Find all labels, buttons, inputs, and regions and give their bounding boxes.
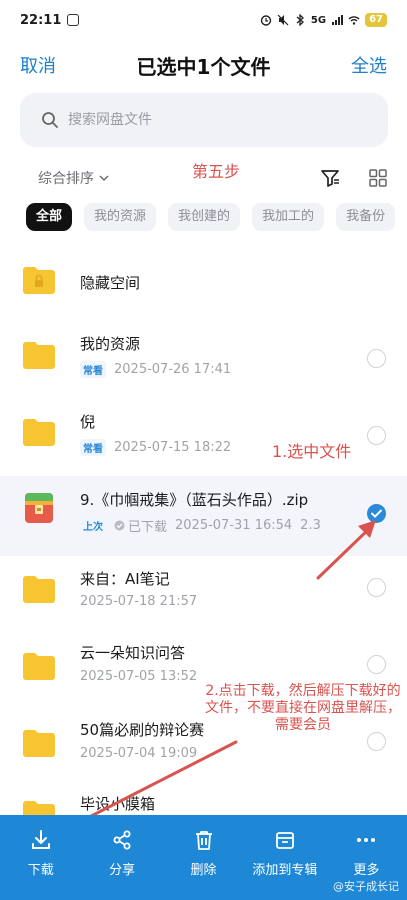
chip-processed[interactable]: 我加工的 xyxy=(252,203,325,231)
file-row-partial[interactable]: 毕设小膜箱 xyxy=(0,787,407,815)
downloaded-label: 已下载 xyxy=(128,520,168,535)
top-header: 取消 已选中1个文件 全选 xyxy=(0,44,407,86)
add-to-album-label: 添加到专辑 xyxy=(252,863,318,878)
select-checkbox[interactable] xyxy=(367,578,386,597)
filter-chips: 全部 我的资源 我创建的 我加工的 我备份 xyxy=(26,203,396,231)
select-checkbox[interactable] xyxy=(367,655,386,674)
file-date: 2025-07-18 21:57 xyxy=(80,594,198,609)
file-name: 我的资源 xyxy=(80,335,141,353)
file-meta: 2025-07-18 21:57 xyxy=(80,594,197,609)
download-tip-annotation: 2.点击下载，然后解压下载好的文件，不要直接在网盘里解压，需要会员 xyxy=(205,683,401,733)
file-name: 毕设小膜箱 xyxy=(80,795,156,813)
status-time: 22:11 xyxy=(20,12,62,28)
trash-icon xyxy=(195,831,212,850)
selected-checkbox[interactable] xyxy=(367,504,386,523)
status-right: 5G 67 xyxy=(260,13,387,27)
file-meta: 2025-07-05 13:52 xyxy=(80,669,197,684)
file-name: 50篇必刷的辩论赛 xyxy=(80,721,205,739)
grid-view-icon[interactable] xyxy=(368,168,388,188)
file-meta: 上次 已下载 2025-07-31 16:54 2.3 xyxy=(80,516,321,535)
file-date: 2025-07-15 18:22 xyxy=(114,440,232,455)
folder-icon xyxy=(23,730,55,757)
chip-all[interactable]: 全部 xyxy=(26,203,73,231)
file-meta: 常看 2025-07-26 17:41 xyxy=(80,361,231,378)
cancel-button[interactable]: 取消 xyxy=(20,52,56,78)
chip-created[interactable]: 我创建的 xyxy=(168,203,241,231)
search-input[interactable] xyxy=(68,112,348,128)
file-name: 云一朵知识问答 xyxy=(80,644,186,662)
status-bar: 22:11 5G 67 xyxy=(0,0,407,40)
filter-icon[interactable] xyxy=(320,168,340,188)
delete-button[interactable]: 删除 xyxy=(163,815,244,900)
sort-label: 综合排序 xyxy=(38,171,94,187)
step-annotation: 第五步 xyxy=(192,162,241,181)
wifi-icon xyxy=(348,16,360,25)
bluetooth-icon xyxy=(296,14,304,26)
share-button[interactable]: 分享 xyxy=(81,815,162,900)
frequent-badge: 常看 xyxy=(80,439,106,456)
download-button[interactable]: 下载 xyxy=(0,815,81,900)
network-label: 5G xyxy=(310,14,327,26)
file-row-my-resources[interactable]: 我的资源 常看 2025-07-26 17:41 xyxy=(0,322,407,399)
file-name: 9.《巾帼戒集》（蓝石头作品）.zip xyxy=(80,491,309,509)
frequent-badge: 常看 xyxy=(80,361,106,378)
file-date: 2025-07-04 19:09 xyxy=(80,746,198,761)
zip-archive-icon xyxy=(25,493,53,523)
file-name: 倪 xyxy=(80,413,96,431)
select-checkbox[interactable] xyxy=(367,732,386,751)
select-checkbox[interactable] xyxy=(367,349,386,368)
share-label: 分享 xyxy=(109,863,136,878)
share-icon xyxy=(113,830,131,850)
search-bar[interactable] xyxy=(20,93,388,147)
select-checkbox[interactable] xyxy=(367,426,386,445)
more-icon xyxy=(357,838,376,842)
select-all-button[interactable]: 全选 xyxy=(351,52,387,78)
downloaded-status: 已下载 xyxy=(114,516,167,535)
file-name: 来自：AI笔记 xyxy=(80,570,170,588)
file-name: 隐藏空间 xyxy=(80,274,141,292)
file-size: 2.3 xyxy=(300,518,321,533)
select-file-annotation: 1.选中文件 xyxy=(272,442,352,461)
file-meta: 常看 2025-07-15 18:22 xyxy=(80,439,231,456)
add-to-album-button[interactable]: 添加到专辑 xyxy=(244,815,325,900)
locked-folder-icon xyxy=(23,267,55,294)
file-row-zip[interactable]: 9.《巾帼戒集》（蓝石头作品）.zip 上次 已下载 2025-07-31 16… xyxy=(0,476,407,556)
chip-backup[interactable]: 我备份 xyxy=(336,203,396,231)
file-row-hidden-space[interactable]: 隐藏空间 xyxy=(0,245,407,322)
mute-icon xyxy=(277,14,289,26)
album-icon xyxy=(276,832,294,849)
checkmark-icon xyxy=(371,509,382,519)
sort-dropdown[interactable]: 综合排序 xyxy=(38,168,110,188)
file-row-ai-notes[interactable]: 来自：AI笔记 2025-07-18 21:57 xyxy=(0,556,407,633)
file-date: 2025-07-26 17:41 xyxy=(114,362,232,377)
notification-icon xyxy=(67,14,80,26)
folder-icon xyxy=(23,801,55,815)
folder-icon xyxy=(23,576,55,603)
sort-row: 综合排序 第五步 xyxy=(0,162,407,194)
file-date: 2025-07-31 16:54 xyxy=(175,518,293,533)
file-row-ni[interactable]: 倪 常看 2025-07-15 18:22 xyxy=(0,399,407,476)
chip-my-resources[interactable]: 我的资源 xyxy=(84,203,157,231)
check-circle-icon xyxy=(114,520,125,531)
file-date: 2025-07-05 13:52 xyxy=(80,669,198,684)
alarm-icon xyxy=(260,15,272,26)
download-icon xyxy=(31,830,50,849)
page-title: 已选中1个文件 xyxy=(136,55,271,79)
download-label: 下载 xyxy=(27,863,54,878)
chevron-down-icon xyxy=(99,175,109,182)
watermark: @安子成长记 xyxy=(333,880,399,893)
last-used-badge: 上次 xyxy=(80,517,106,534)
delete-label: 删除 xyxy=(190,863,217,878)
folder-icon xyxy=(23,419,55,446)
file-meta: 2025-07-04 19:09 xyxy=(80,746,197,761)
more-label: 更多 xyxy=(353,863,380,878)
search-icon xyxy=(42,112,58,128)
battery-indicator: 67 xyxy=(365,13,387,27)
folder-icon xyxy=(23,342,55,369)
signal-icon xyxy=(332,15,344,25)
bottom-toolbar: 下载 分享 删除 添加到专辑 更多 @安子成长记 xyxy=(0,815,407,900)
folder-icon xyxy=(23,653,55,680)
